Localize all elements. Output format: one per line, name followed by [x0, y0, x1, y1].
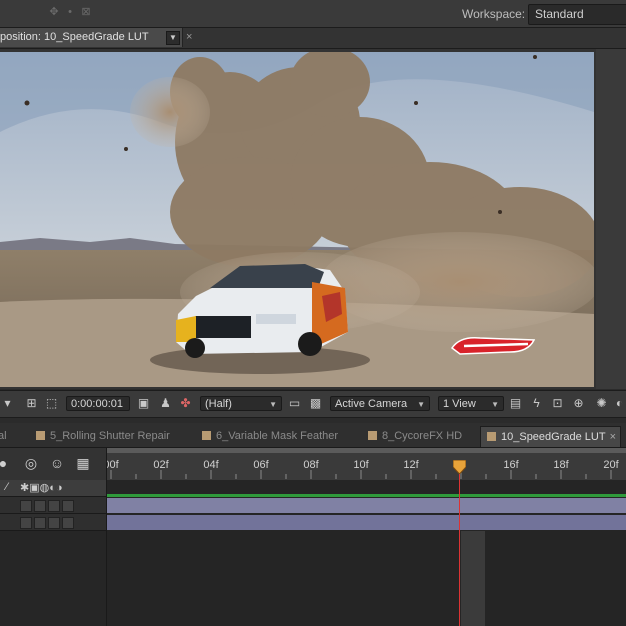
chevron-down-icon: ▼ — [417, 400, 425, 409]
tab-label: 6_Variable Mask Feather — [216, 430, 339, 442]
layer-switch-row-2[interactable] — [0, 514, 106, 531]
comp-icon — [36, 431, 45, 440]
view-layout-select[interactable]: 1 View ▼ — [438, 396, 504, 411]
camera-value: Active Camera — [335, 398, 408, 410]
timeline-icon[interactable]: ⊡ — [550, 396, 565, 411]
expand-icon[interactable]: ⊠ — [80, 6, 92, 18]
pixel-aspect-icon[interactable]: ▤ — [508, 396, 523, 411]
composition-tab-label: position: 10_SpeedGrade LUT — [0, 31, 149, 43]
switch-toggle[interactable] — [62, 500, 74, 512]
switch-toggle[interactable] — [48, 517, 60, 529]
viewer-toolbar: ▾ ⊞ ⬚ 0:00:00:01 ▣ ♟ ✤ (Half) ▼ ▭ ▩ Activ… — [0, 390, 626, 418]
switch-toggle[interactable] — [48, 500, 60, 512]
composition-viewer[interactable] — [0, 49, 626, 389]
chevron-down-icon: ▼ — [491, 400, 499, 409]
timeline-tab-bar: al 5_Rolling Shutter Repair 6_Variable M… — [0, 423, 626, 448]
time-ruler[interactable]: 00f 02f 04f 06f 08f 10f 12f 16f 18f 20f — [106, 448, 626, 480]
dot-icon[interactable]: • — [64, 6, 76, 18]
tab-label: 5_Rolling Shutter Repair — [50, 430, 170, 442]
snapshot-camera-icon[interactable]: ▣ — [136, 396, 151, 411]
tab-timeline-1[interactable]: 5_Rolling Shutter Repair — [36, 426, 170, 446]
composition-tab-bar: position: 10_SpeedGrade LUT ▼ × — [0, 28, 626, 49]
camera-select[interactable]: Active Camera ▼ — [330, 396, 430, 411]
ruler-label: 20f — [603, 459, 619, 471]
channels-icon[interactable]: ✤ — [178, 396, 193, 411]
transparency-grid-icon[interactable]: ▩ — [308, 396, 323, 411]
tab-timeline-3[interactable]: 8_CycoreFX HD — [368, 426, 462, 446]
tab-timeline-active[interactable]: 10_SpeedGrade LUT × — [480, 426, 622, 447]
layer-tracks[interactable] — [106, 480, 626, 626]
switches-icon[interactable]: ✱▣◍◐◑ — [20, 481, 63, 494]
workspace-value: Standard — [535, 7, 584, 21]
ruler-label: 16f — [503, 459, 519, 471]
current-time-indicator[interactable] — [453, 460, 466, 474]
resolution-value: (Half) — [205, 398, 232, 410]
comp-icon — [202, 431, 211, 440]
ruler-label: 00f — [107, 459, 120, 471]
comp-icon — [368, 431, 377, 440]
tab-label: 10_SpeedGrade LUT — [501, 431, 606, 443]
comp-mini-flowchart-icon[interactable]: ◎ — [22, 455, 40, 471]
magnification-menu-icon[interactable]: ▾ — [0, 396, 15, 411]
resolution-select[interactable]: (Half) ▼ — [200, 396, 282, 411]
composition-menu-icon[interactable]: ▼ — [166, 31, 180, 45]
layer-switches-header: ⁄ ✱▣◍◐◑ — [0, 480, 106, 497]
ruler-label: 12f — [403, 459, 419, 471]
exposure-icon[interactable]: ✺ — [594, 396, 609, 411]
workspace-select[interactable]: Standard — [528, 4, 626, 25]
ruler-label: 06f — [253, 459, 269, 471]
layer-duration-bar[interactable] — [107, 515, 626, 530]
work-area-indicator — [107, 494, 626, 497]
application-top-bar: ✥ • ⊠ Workspace: Standard — [0, 0, 626, 28]
switch-toggle[interactable] — [34, 517, 46, 529]
composition-frame — [0, 52, 594, 387]
layer-switch-row-1[interactable] — [0, 497, 106, 514]
current-time-indicator-line — [459, 460, 460, 626]
comp-icon — [487, 432, 496, 441]
viewer-side-panel — [596, 49, 626, 389]
ruler-label: 10f — [353, 459, 369, 471]
ruler-label: 18f — [553, 459, 569, 471]
tab-timeline-2[interactable]: 6_Variable Mask Feather — [202, 426, 338, 446]
tab-composition[interactable]: position: 10_SpeedGrade LUT ▼ — [0, 28, 183, 47]
move-icon[interactable]: ✥ — [48, 6, 60, 18]
timeline-layers: ⁄ ✱▣◍◐◑ — [0, 480, 626, 626]
draft-3d-icon[interactable]: ● — [0, 455, 12, 471]
timecode-field[interactable]: 0:00:00:01 — [66, 396, 130, 411]
frame-blending-icon[interactable]: ▦ — [74, 455, 92, 471]
workspace-label: Workspace: — [462, 7, 526, 21]
show-snapshot-icon[interactable]: ♟ — [158, 396, 173, 411]
close-tab-icon[interactable]: × — [610, 431, 616, 443]
switch-toggle[interactable] — [62, 517, 74, 529]
timeline-header: ● ◎ ☺ ▦ 00f 02f 04f 06f 08f 10f 12f 16f 18f 20f — [0, 448, 626, 480]
layer-duration-bar[interactable] — [107, 498, 626, 513]
ruler-label: 08f — [303, 459, 319, 471]
ruler-ticks: 00f 02f 04f 06f 08f 10f 12f 16f 18f 20f — [107, 459, 620, 479]
ruler-label: 04f — [203, 459, 219, 471]
reset-exposure-icon[interactable]: ◐ — [612, 396, 626, 411]
shy-layers-icon[interactable]: ☺ — [48, 455, 66, 471]
close-tab-icon[interactable]: × — [186, 31, 192, 43]
switch-toggle[interactable] — [20, 500, 32, 512]
switch-toggle[interactable] — [20, 517, 32, 529]
switch-toggle[interactable] — [34, 500, 46, 512]
ruler-label: 02f — [153, 459, 169, 471]
view-layout-value: 1 View — [443, 398, 476, 410]
chevron-down-icon: ▼ — [269, 400, 277, 409]
region-of-interest-icon[interactable]: ▭ — [287, 396, 302, 411]
tab-label: 8_CycoreFX HD — [382, 430, 463, 442]
mask-visibility-icon[interactable]: ⬚ — [44, 396, 59, 411]
grid-guides-icon[interactable]: ⊞ — [24, 396, 39, 411]
hot-wheels-logo — [450, 336, 536, 355]
shy-switch-icon[interactable]: ⁄ — [6, 481, 8, 493]
tab-timeline-0[interactable]: al — [0, 426, 7, 446]
fast-previews-icon[interactable]: ϟ — [529, 396, 544, 411]
render-range-shade — [461, 531, 485, 626]
flowchart-icon[interactable]: ⊕ — [571, 396, 586, 411]
